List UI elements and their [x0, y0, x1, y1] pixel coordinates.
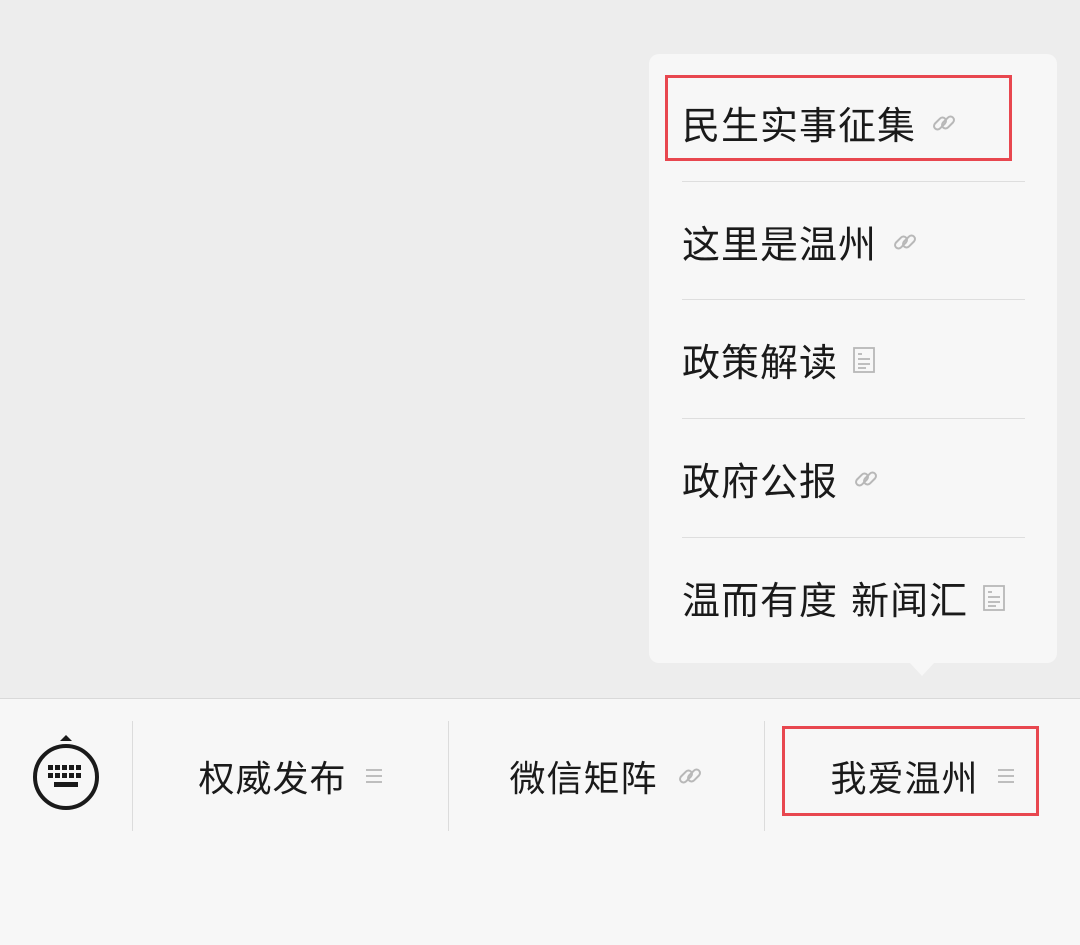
highlight-box-menu-button: [782, 726, 1039, 816]
link-icon: [891, 228, 919, 256]
link-icon: [676, 762, 704, 790]
menu-button-authority[interactable]: 权威发布: [133, 721, 448, 831]
highlight-box-submenu: [665, 75, 1012, 161]
article-icon: [852, 346, 876, 374]
keyboard-icon: [30, 735, 102, 817]
link-icon: [852, 465, 880, 493]
keyboard-toggle-button[interactable]: [30, 733, 102, 813]
submenu-item-label: 政府公报: [682, 460, 839, 504]
submenu-icon: [365, 767, 383, 785]
menu-button-label: 权威发布: [198, 759, 347, 800]
popup-pointer: [909, 662, 935, 676]
submenu-item-label: 政策解读: [682, 341, 839, 385]
submenu-item-policy[interactable]: 政策解读: [682, 300, 1025, 419]
submenu-item-label: 温而有度 新闻汇: [682, 579, 969, 623]
menu-button-wechat-matrix[interactable]: 微信矩阵: [449, 721, 764, 831]
submenu-item-gazette[interactable]: 政府公报: [682, 419, 1025, 538]
article-icon: [982, 584, 1006, 612]
menu-button-label: 微信矩阵: [509, 759, 658, 800]
submenu-item-news[interactable]: 温而有度 新闻汇: [682, 538, 1025, 657]
submenu-item-wenzhou[interactable]: 这里是温州: [682, 182, 1025, 301]
submenu-item-label: 这里是温州: [682, 223, 878, 267]
